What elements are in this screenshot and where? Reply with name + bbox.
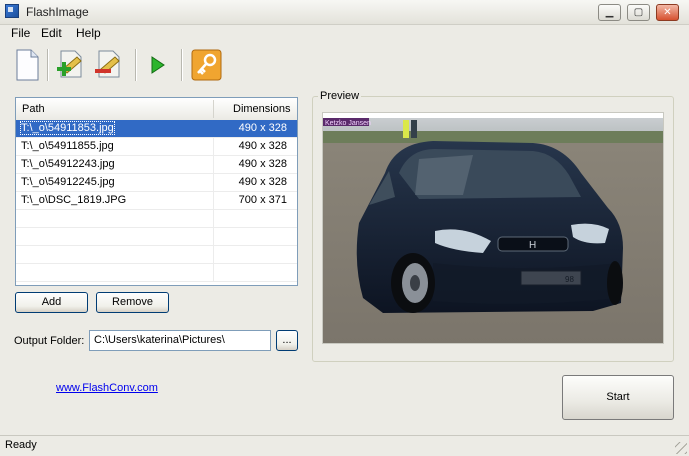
menu-file[interactable]: File xyxy=(11,26,30,40)
car-photo: Ketzko Jansen H 98 xyxy=(323,113,663,343)
table-row[interactable]: T:\_o\54912243.jpg 490 x 328 xyxy=(16,156,297,174)
toolbar xyxy=(0,43,689,87)
row-dimensions: 700 x 371 xyxy=(238,194,287,206)
start-button[interactable]: Start xyxy=(562,375,674,420)
preview-label: Preview xyxy=(318,90,362,102)
column-divider[interactable] xyxy=(213,100,214,118)
register-button[interactable] xyxy=(190,47,224,83)
remove-image-icon xyxy=(95,50,120,78)
row-dimensions: 490 x 328 xyxy=(238,158,287,170)
row-dimensions: 490 x 328 xyxy=(238,140,287,152)
status-text: Ready xyxy=(5,439,37,451)
row-path: T:\_o\DSC_1819.JPG xyxy=(21,194,127,206)
row-dimensions: 490 x 328 xyxy=(238,176,287,188)
toolbar-separator xyxy=(135,49,137,81)
row-path: T:\_o\54911853.jpg xyxy=(20,121,115,135)
website-link[interactable]: www.FlashConv.com xyxy=(56,382,158,394)
minimize-button[interactable]: ▁ xyxy=(598,4,621,21)
table-row[interactable]: T:\_o\54911855.jpg 490 x 328 xyxy=(16,138,297,156)
add-button[interactable]: Add xyxy=(15,292,88,313)
output-folder-label: Output Folder: xyxy=(14,335,85,347)
empty-row xyxy=(16,210,297,228)
list-header: Path Dimensions xyxy=(16,98,297,121)
resize-grip-icon[interactable] xyxy=(675,442,687,454)
title-bar[interactable]: FlashImage ▁ ▢ ✕ xyxy=(0,0,689,25)
app-window: FlashImage ▁ ▢ ✕ File Edit Help Path Dim… xyxy=(0,0,689,456)
menu-bar: File Edit Help xyxy=(0,24,689,42)
menu-edit[interactable]: Edit xyxy=(41,26,62,40)
output-folder-input[interactable]: C:\Users\katerina\Pictures\ xyxy=(89,330,271,351)
remove-button[interactable]: Remove xyxy=(96,292,169,313)
row-dimensions: 490 x 328 xyxy=(238,122,287,134)
row-path: T:\_o\54912245.jpg xyxy=(21,176,115,188)
empty-row xyxy=(16,264,297,282)
toolbar-separator xyxy=(47,49,49,81)
app-icon xyxy=(5,4,19,18)
photo-watermark: Ketzko Jansen xyxy=(325,120,371,127)
run-button[interactable] xyxy=(141,47,175,83)
remove-image-button[interactable] xyxy=(91,47,125,83)
table-row[interactable]: T:\_o\54912245.jpg 490 x 328 xyxy=(16,174,297,192)
svg-text:H: H xyxy=(529,240,536,251)
new-document-icon xyxy=(16,49,39,81)
file-list[interactable]: Path Dimensions T:\_o\54911853.jpg 490 x… xyxy=(15,97,298,286)
window-title: FlashImage xyxy=(26,5,89,19)
maximize-button[interactable]: ▢ xyxy=(627,4,650,21)
add-image-button[interactable] xyxy=(53,47,87,83)
row-path: T:\_o\54912243.jpg xyxy=(21,158,115,170)
list-rows: T:\_o\54911853.jpg 490 x 328 T:\_o\54911… xyxy=(16,120,297,282)
table-row[interactable]: T:\_o\DSC_1819.JPG 700 x 371 xyxy=(16,192,297,210)
close-button[interactable]: ✕ xyxy=(656,4,679,21)
table-row[interactable]: T:\_o\54911853.jpg 490 x 328 xyxy=(16,120,297,138)
toolbar-separator xyxy=(181,49,183,81)
browse-button[interactable]: ... xyxy=(276,330,298,351)
status-bar: Ready xyxy=(0,435,689,456)
play-icon xyxy=(151,56,165,74)
add-image-icon xyxy=(57,50,82,78)
empty-row xyxy=(16,228,297,246)
empty-row xyxy=(16,246,297,264)
menu-help[interactable]: Help xyxy=(76,26,101,40)
new-button[interactable] xyxy=(10,47,44,83)
preview-image: Ketzko Jansen H 98 xyxy=(322,112,664,344)
column-header-path[interactable]: Path xyxy=(22,103,45,115)
row-path: T:\_o\54911855.jpg xyxy=(21,140,114,152)
column-header-dimensions[interactable]: Dimensions xyxy=(233,103,290,115)
key-icon xyxy=(191,49,222,81)
